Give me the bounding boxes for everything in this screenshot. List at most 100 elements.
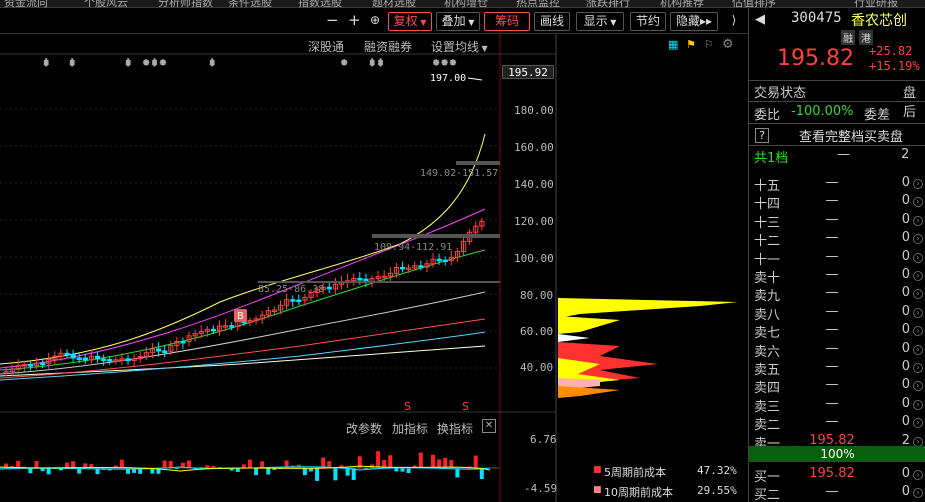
- orderbook-label: 十二: [754, 234, 781, 250]
- sell-marker[interactable]: S: [404, 400, 411, 413]
- svg-text:⇟: ⇟: [42, 58, 50, 69]
- orderbook-label: 卖五: [754, 363, 781, 378]
- indicator-bar: [400, 468, 405, 472]
- jieyue-button[interactable]: 节约: [630, 12, 666, 31]
- indicator-bottom-value: -4.59: [524, 482, 558, 495]
- orderbook-label: 卖六: [754, 344, 781, 360]
- chevron-right-icon[interactable]: ›: [913, 418, 923, 429]
- add-indicator-link[interactable]: 加指标: [392, 420, 428, 437]
- orderbook-row[interactable]: 卖九 — 0 ›: [749, 285, 925, 304]
- minus-icon[interactable]: −: [322, 12, 340, 31]
- view-full-orderbook-link[interactable]: 查看完整档买卖盘: [799, 126, 903, 145]
- chevron-right-icon[interactable]: ›: [913, 215, 923, 226]
- orderbook-row[interactable]: 卖三 — 0 ›: [749, 396, 925, 415]
- price-axis-label: 40.00: [520, 361, 554, 374]
- cost-label-2: 10周期前成本: [604, 486, 673, 499]
- orderbook-volume: 0: [901, 303, 910, 319]
- candle-body: [162, 350, 168, 353]
- huaxian-button[interactable]: 画线: [534, 12, 570, 31]
- orderbook-row[interactable]: 卖五 — 0 ›: [749, 359, 925, 378]
- chevron-right-icon[interactable]: ›: [913, 271, 923, 281]
- quote-panel: ◀ 300475 香农芯创 融 港 195.82 +25.82 +15.19% …: [748, 8, 925, 502]
- indicator-bar: [266, 468, 271, 475]
- chevron-right-icon[interactable]: ›: [913, 470, 923, 480]
- orderbook-row[interactable]: 十二 — 0 ›: [749, 230, 925, 250]
- orderbook-row[interactable]: 卖四 — 0 ›: [749, 377, 925, 396]
- indicator-bars-group: [4, 451, 484, 481]
- stock-name: 香农芯创: [851, 13, 907, 29]
- orderbook-row[interactable]: 卖二 — 0 ›: [749, 414, 925, 434]
- chevron-right-icon[interactable]: ›: [913, 289, 923, 300]
- candle-body: [290, 299, 296, 302]
- orderbook-volume: 0: [901, 193, 910, 209]
- candle-body: [107, 359, 113, 362]
- crosshair-icon[interactable]: ⊕: [366, 12, 384, 31]
- orderbook-label: 买二: [754, 488, 781, 502]
- params-link[interactable]: 改参数: [346, 420, 382, 437]
- orderbook-label: 卖二: [754, 418, 781, 434]
- fuquan-dropdown[interactable]: 复权 ▼: [388, 12, 432, 31]
- orderbook-row[interactable]: 买二 — 0 ›: [749, 484, 925, 502]
- chevron-right-icon[interactable]: ›: [913, 252, 923, 263]
- orderbook-row[interactable]: 卖六 — 0 ›: [749, 341, 925, 360]
- orderbook-row[interactable]: 买一 195.82 0 ›: [749, 466, 925, 485]
- sell-marker[interactable]: S: [462, 400, 469, 413]
- chevron-right-icon[interactable]: ›: [913, 363, 923, 373]
- orderbook-row[interactable]: 卖十 — 0 ›: [749, 267, 925, 286]
- candle-body: [357, 277, 363, 281]
- divider: [749, 80, 925, 81]
- price-axis-label: 160.00: [514, 141, 554, 154]
- hk-tag: 港: [859, 30, 873, 45]
- chevron-right-icon[interactable]: ›: [913, 399, 923, 410]
- indicator-bar: [473, 455, 478, 468]
- chevron-right-icon[interactable]: ›: [913, 197, 923, 208]
- price-axis-label: 80.00: [520, 289, 554, 302]
- svg-text:⇟: ⇟: [124, 58, 132, 69]
- indicator-bar: [248, 459, 252, 468]
- orderbook-row[interactable]: 十四 — 0 ›: [749, 193, 925, 212]
- candle-body: [40, 362, 46, 366]
- kline-chart-area[interactable]: 深股通 融资融券 设置均线 ▼ ▦ ⚑ ⚐ ⚙ ⇟ ⇟ ⇟ ⁕⇟⁕ ⇟ ⁕ ⇟⇟…: [0, 34, 748, 502]
- svg-text:⁕⁕⁕: ⁕⁕⁕: [432, 58, 457, 69]
- cost-dot-icon: ■: [593, 465, 602, 475]
- orderbook-label: 十一: [754, 252, 781, 268]
- indicator-bar: [315, 468, 320, 481]
- change-indicator-link[interactable]: 换指标: [437, 420, 473, 437]
- orderbook-row[interactable]: 卖七 — 0 ›: [749, 322, 925, 341]
- orderbook-row[interactable]: 十一 — 0 ›: [749, 248, 925, 268]
- svg-text:⁕⇟⁕: ⁕⇟⁕: [142, 58, 167, 69]
- candle-body: [180, 340, 186, 344]
- candle-body: [95, 355, 101, 360]
- orderbook-label: 卖八: [754, 307, 781, 323]
- chevron-right-icon[interactable]: ›: [913, 234, 923, 245]
- orderbook-row[interactable]: 十五 — 0 ›: [749, 175, 925, 194]
- diejia-dropdown[interactable]: 叠加 ▼: [436, 12, 480, 31]
- orderbook-price: —: [825, 248, 839, 264]
- plus-icon[interactable]: +: [344, 12, 362, 31]
- yincang-button[interactable]: 隐藏▸▸: [670, 12, 718, 31]
- orderbook-row[interactable]: 十三 — 0 ›: [749, 212, 925, 231]
- candle-body: [229, 325, 235, 328]
- orderbook-price: —: [825, 230, 839, 246]
- orderbook-row[interactable]: 卖八 — 0 ›: [749, 303, 925, 323]
- indicator-top-value: 6.76: [530, 433, 557, 446]
- orderbook-volume: 0: [901, 267, 910, 282]
- orderbook-price: —: [825, 414, 839, 430]
- chevron-right-icon[interactable]: ›: [913, 326, 923, 337]
- weicha-label: 委差: [864, 108, 891, 123]
- orderbook-volume: 0: [901, 175, 910, 190]
- chevron-right-icon[interactable]: ›: [913, 488, 923, 498]
- chevron-right-icon[interactable]: ›: [913, 381, 923, 392]
- close-icon[interactable]: ✕: [482, 419, 496, 433]
- indicator-bar: [406, 468, 411, 474]
- collapse-icon[interactable]: ⟩: [724, 12, 744, 31]
- help-icon[interactable]: ?: [755, 128, 769, 143]
- xianshi-dropdown[interactable]: 显示 ▼: [576, 12, 624, 31]
- chouma-button[interactable]: 筹码: [484, 12, 530, 31]
- total-levels-label: 共1档: [754, 151, 789, 166]
- chevron-left-icon[interactable]: ◀: [755, 12, 765, 27]
- chevron-right-icon[interactable]: ›: [913, 307, 923, 318]
- chevron-right-icon[interactable]: ›: [913, 179, 923, 189]
- chevron-right-icon[interactable]: ›: [913, 344, 923, 355]
- event-markers: ⇟ ⇟ ⇟ ⁕⇟⁕ ⇟ ⁕ ⇟⇟ ⁕⁕⁕: [42, 58, 458, 70]
